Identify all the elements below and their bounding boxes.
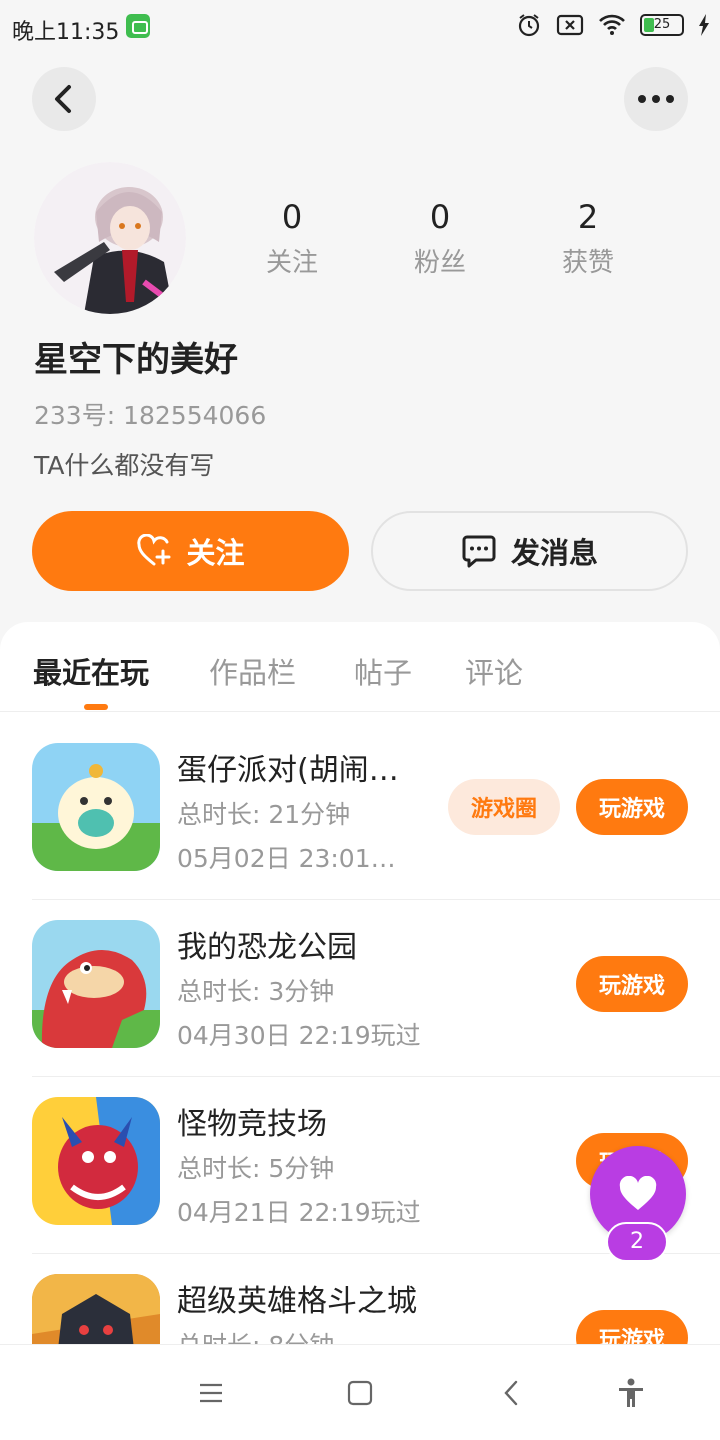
game-title: 怪物竞技场 — [177, 1107, 327, 1142]
stat-following[interactable]: 0 关注 — [237, 198, 347, 279]
game-circle-button[interactable]: 游戏圈 — [448, 779, 560, 835]
follow-button[interactable]: 关注 — [32, 511, 349, 591]
game-duration: 总时长: 21分钟 — [177, 800, 351, 829]
stat-following-count: 0 — [281, 198, 303, 236]
accessibility-icon — [619, 1378, 643, 1407]
floating-like-count: 2 — [606, 1222, 668, 1262]
game-last-played: 04月30日 22:19玩过 — [177, 1021, 421, 1050]
game-row[interactable]: 超级英雄格斗之城 总时长: 8分钟 玩游戏 — [32, 1254, 720, 1344]
nav-home-button[interactable] — [342, 1375, 378, 1411]
monster-arena-icon — [32, 1097, 160, 1225]
nickname: 星空下的美好 — [34, 340, 238, 380]
game-icon — [32, 1097, 160, 1225]
game-icon — [32, 920, 160, 1048]
status-icons: 25 — [516, 12, 710, 38]
nav-accessibility-button[interactable] — [613, 1375, 649, 1411]
game-row[interactable]: 蛋仔派对(胡闹… 总时长: 21分钟 05月02日 23:01… 游戏圈 玩游戏 — [32, 723, 720, 900]
game-title: 蛋仔派对(胡闹… — [177, 753, 399, 788]
tab-posts[interactable]: 帖子 — [354, 650, 412, 692]
battery-icon: 25 — [640, 14, 684, 36]
back-button[interactable] — [32, 67, 96, 131]
stat-fans[interactable]: 0 粉丝 — [385, 198, 495, 279]
game-duration: 总时长: 8分钟 — [177, 1326, 334, 1344]
game-duration: 总时长: 3分钟 — [177, 977, 335, 1006]
charging-icon — [699, 14, 709, 36]
game-title: 超级英雄格斗之城 — [177, 1284, 417, 1319]
tab-bar: 最近在玩 作品栏 帖子 评论 — [0, 622, 720, 712]
back-chevron-icon — [504, 1380, 518, 1406]
nav-menu-button[interactable] — [193, 1375, 229, 1411]
message-label: 发消息 — [510, 536, 598, 570]
play-game-button[interactable]: 玩游戏 — [576, 956, 688, 1012]
stat-following-label: 关注 — [265, 248, 318, 278]
stat-fans-label: 粉丝 — [413, 248, 466, 278]
tab-works[interactable]: 作品栏 — [209, 650, 296, 692]
tab-active-indicator — [84, 704, 108, 710]
egg-party-icon — [32, 743, 160, 871]
home-square-icon — [347, 1380, 373, 1406]
stat-likes[interactable]: 2 获赞 — [533, 198, 643, 279]
more-button[interactable] — [624, 67, 688, 131]
battery-level: 25 — [653, 17, 671, 32]
menu-icon — [200, 1383, 222, 1403]
heart-plus-icon — [137, 534, 171, 566]
play-game-button[interactable]: 玩游戏 — [576, 779, 688, 835]
nav-back-button[interactable] — [493, 1375, 529, 1411]
superhero-city-icon — [32, 1274, 160, 1344]
follow-label: 关注 — [186, 536, 245, 570]
game-icon — [32, 743, 160, 871]
wifi-icon — [599, 14, 625, 35]
more-dots-icon — [638, 95, 674, 103]
game-last-played: 05月02日 23:01… — [177, 844, 396, 873]
stat-fans-count: 0 — [429, 198, 451, 236]
alarm-icon — [518, 14, 540, 37]
user-id: 233号: 182554066 — [34, 401, 267, 430]
heart-icon — [619, 1176, 657, 1210]
avatar-image — [34, 162, 186, 314]
stat-likes-label: 获赞 — [561, 248, 614, 278]
game-title: 我的恐龙公园 — [177, 930, 357, 965]
stat-likes-count: 2 — [577, 198, 599, 236]
system-nav-bar — [0, 1344, 720, 1440]
status-time: 晚上11:35 — [12, 20, 120, 45]
play-game-button[interactable]: 玩游戏 — [576, 1310, 688, 1344]
tab-recent-playing[interactable]: 最近在玩 — [33, 650, 149, 692]
wechat-like-icon — [126, 14, 150, 38]
game-row[interactable]: 我的恐龙公园 总时长: 3分钟 04月30日 22:19玩过 玩游戏 — [32, 900, 720, 1077]
chat-bubble-icon — [462, 535, 496, 568]
game-duration: 总时长: 5分钟 — [177, 1154, 335, 1183]
tab-comments[interactable]: 评论 — [465, 650, 523, 692]
message-button[interactable]: 发消息 — [371, 511, 688, 591]
back-arrow-icon — [55, 85, 71, 113]
bio: TA什么都没有写 — [34, 451, 215, 480]
avatar[interactable] — [34, 162, 186, 314]
status-bar: 晚上11:35 25 — [0, 0, 720, 56]
sim-off-icon — [556, 14, 584, 36]
game-last-played: 04月21日 22:19玩过 — [177, 1198, 421, 1227]
dino-park-icon — [32, 920, 160, 1048]
game-icon — [32, 1274, 160, 1344]
